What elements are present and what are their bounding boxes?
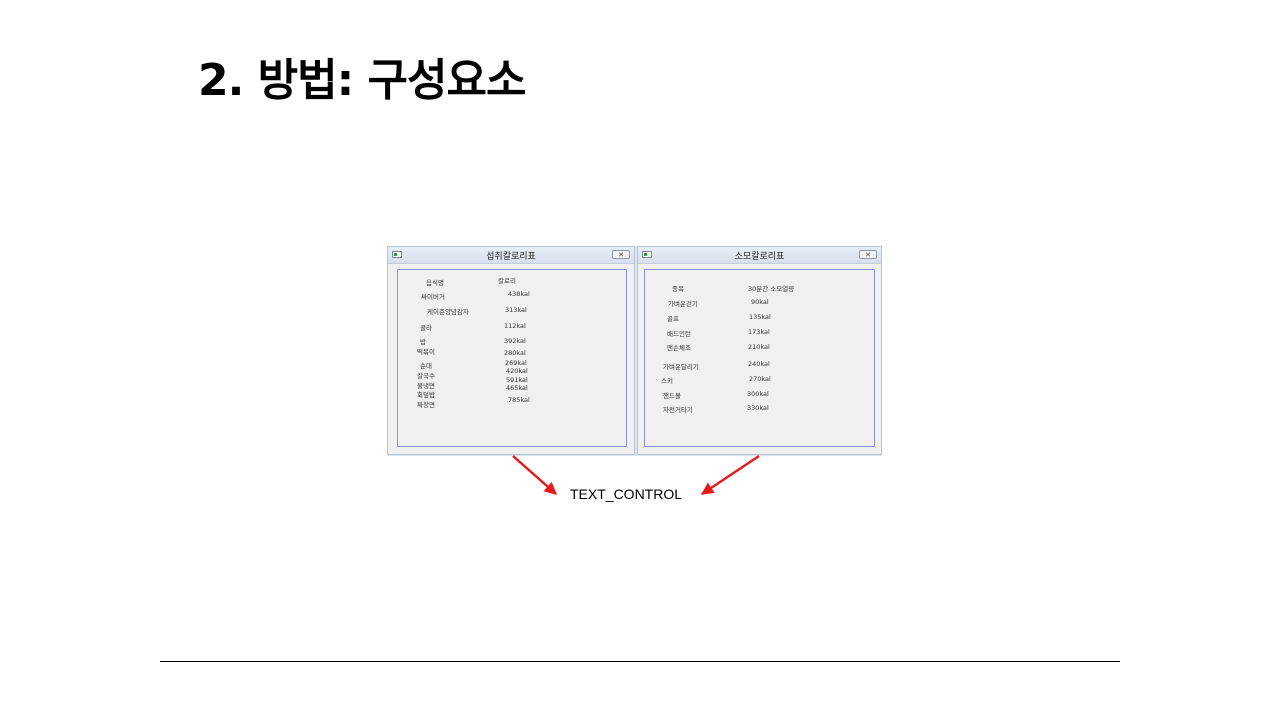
- arrow-left: [512, 455, 557, 495]
- pointer-arrows: [512, 454, 760, 496]
- arrow-right: [700, 454, 760, 496]
- text-control-caption: TEXT_CONTROL: [570, 486, 683, 502]
- footer-rule: [160, 661, 1120, 662]
